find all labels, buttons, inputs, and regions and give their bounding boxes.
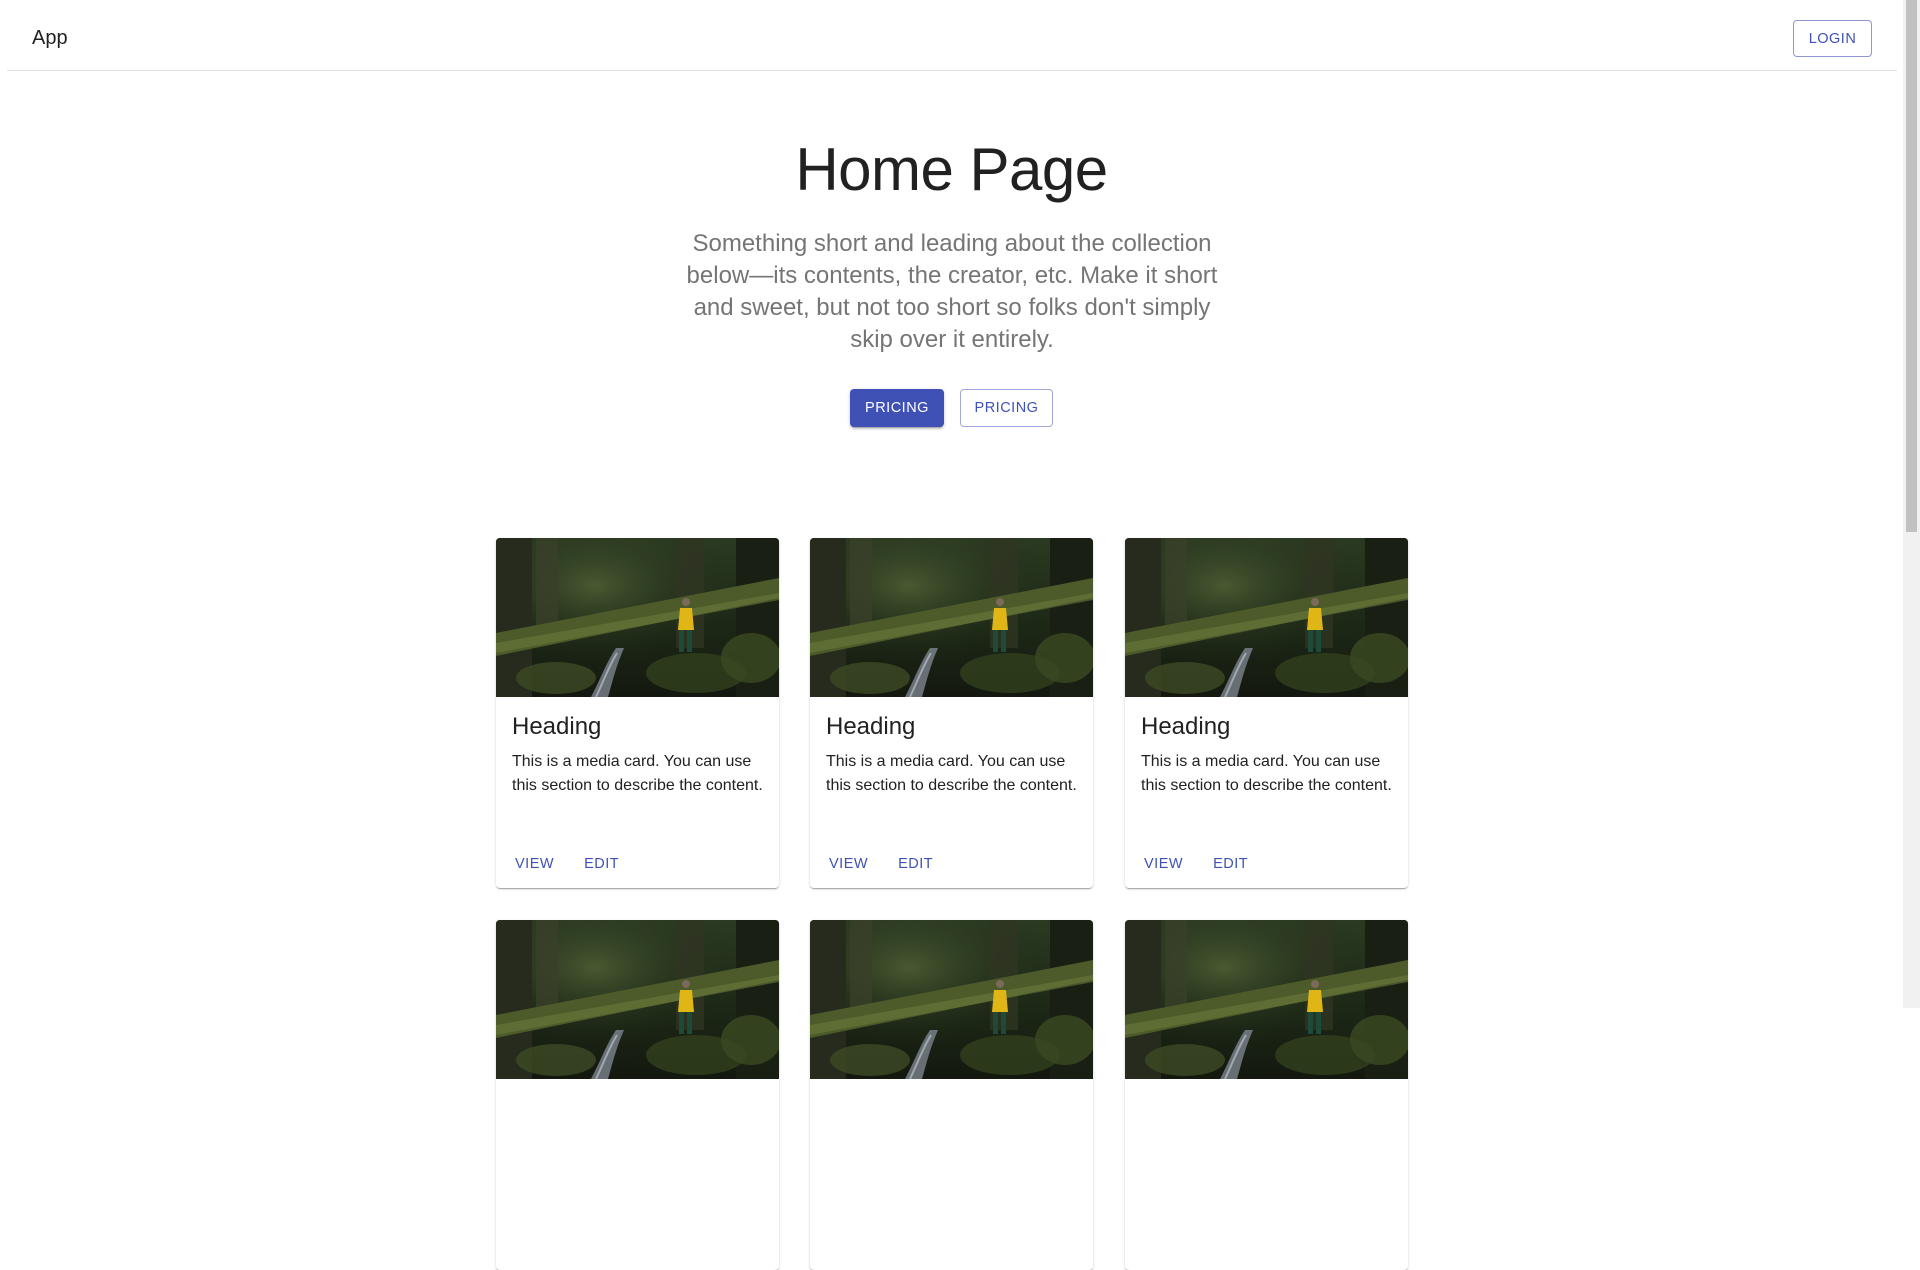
view-button[interactable]: VIEW (504, 846, 565, 882)
card-media-image (1125, 920, 1408, 1079)
page-title: Home Page (795, 136, 1108, 203)
card-actions: VIEW EDIT (504, 846, 630, 882)
page-scrollbar[interactable] (1903, 0, 1920, 1008)
card-description: This is a media card. You can use this s… (826, 753, 1077, 794)
media-card (810, 920, 1093, 1270)
card-media-image (496, 538, 779, 697)
media-card: Heading This is a media card. You can us… (1125, 538, 1408, 888)
card-media-image (1125, 538, 1408, 697)
edit-button[interactable]: EDIT (887, 846, 944, 882)
media-card (1125, 920, 1408, 1270)
card-heading: Heading (1141, 713, 1231, 740)
view-button[interactable]: VIEW (1133, 846, 1194, 882)
login-button[interactable]: LOGIN (1793, 20, 1872, 57)
card-heading: Heading (512, 713, 602, 740)
media-card: Heading This is a media card. You can us… (496, 538, 779, 888)
edit-button[interactable]: EDIT (573, 846, 630, 882)
scrollbar-thumb[interactable] (1906, 0, 1917, 532)
media-card (496, 920, 779, 1270)
card-description: This is a media card. You can use this s… (1141, 753, 1392, 794)
card-media-image (496, 920, 779, 1079)
card-actions: VIEW EDIT (1133, 846, 1259, 882)
app-title: App (32, 27, 68, 49)
app-bar: App LOGIN (7, 0, 1897, 71)
edit-button[interactable]: EDIT (1202, 846, 1259, 882)
card-actions: VIEW EDIT (818, 846, 944, 882)
media-card: Heading This is a media card. You can us… (810, 538, 1093, 888)
card-heading: Heading (826, 713, 916, 740)
view-button[interactable]: VIEW (818, 846, 879, 882)
pricing-primary-button[interactable]: PRICING (850, 389, 944, 427)
card-media-image (810, 538, 1093, 697)
page-subtitle: Something short and leading about the co… (686, 230, 1218, 353)
card-media-image (810, 920, 1093, 1079)
pricing-secondary-button[interactable]: PRICING (960, 389, 1053, 427)
card-description: This is a media card. You can use this s… (512, 753, 763, 794)
